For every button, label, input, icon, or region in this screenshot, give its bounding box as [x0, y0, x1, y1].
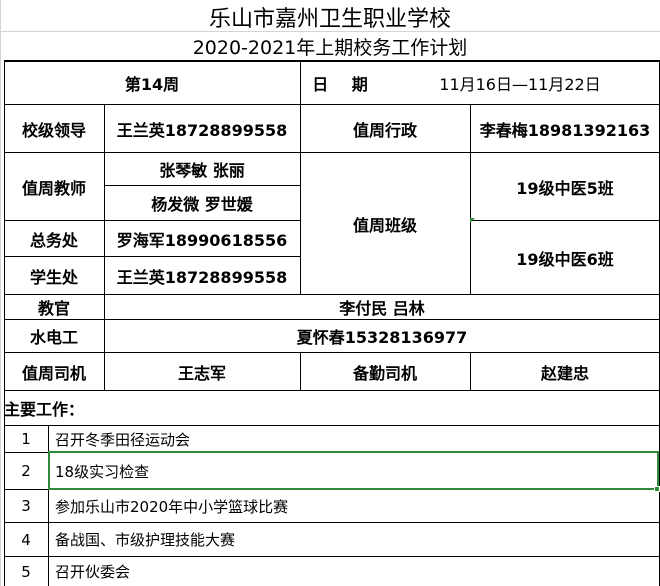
gridline — [0, 0, 1, 586]
week-number: 第14周 — [124, 74, 180, 94]
document-title: 乐山市嘉州卫生职业学校 — [208, 7, 451, 32]
task-number: 2 — [21, 462, 31, 480]
duty-class-label: 值周班级 — [352, 215, 417, 235]
general-affairs-value: 罗海军18990618556 — [116, 230, 288, 250]
fill-handle[interactable] — [654, 486, 660, 492]
utilities-label: 水电工 — [29, 328, 78, 347]
duty-driver-label: 值周司机 — [21, 363, 86, 383]
task-text[interactable]: 备战国、市级护理技能大赛 — [48, 523, 659, 556]
task-number: 5 — [21, 562, 31, 581]
student-office-label: 学生处 — [29, 267, 78, 287]
backup-driver-value: 赵建忠 — [540, 363, 589, 383]
instructor-value: 李付民 吕林 — [339, 299, 425, 318]
task-text[interactable]: 召开伙委会 — [48, 557, 659, 586]
task-text-selected[interactable]: 18级实习检查 — [48, 453, 659, 489]
task-text[interactable]: 参加乐山市2020年中小学篮球比赛 — [48, 490, 659, 522]
main-tasks-label: 主要工作： — [4, 400, 85, 419]
duty-teachers-row1: 张琴敏 张丽 — [159, 161, 245, 180]
duty-admin-label: 值周行政 — [352, 120, 417, 140]
duty-teachers-row2: 杨发微 罗世媛 — [151, 195, 253, 214]
task-number: 3 — [21, 497, 31, 515]
general-affairs-label: 总务处 — [29, 230, 78, 250]
gridline — [0, 31, 660, 32]
duty-admin-value: 李春梅18981392163 — [479, 120, 651, 140]
duty-class-1: 19级中医5班 — [516, 178, 614, 198]
task-text[interactable]: 召开冬季田径运动会 — [48, 426, 659, 452]
school-leader-label: 校级领导 — [21, 120, 86, 140]
document-subtitle: 2020-2021年上期校务工作计划 — [192, 36, 468, 59]
backup-driver-label: 备勤司机 — [352, 363, 417, 383]
duty-driver-value: 王志军 — [177, 363, 226, 383]
date-label: 日 期 — [312, 74, 368, 94]
date-range: 11月16日—11月22日 — [439, 74, 601, 94]
instructor-label: 教官 — [37, 299, 70, 318]
duty-class-2: 19级中医6班 — [516, 249, 614, 269]
duty-teachers-label: 值周教师 — [21, 178, 86, 198]
student-office-value: 王兰英18728899558 — [116, 267, 288, 287]
task-number: 4 — [21, 530, 31, 549]
comment-indicator — [470, 218, 475, 223]
task-number: 1 — [21, 430, 31, 448]
school-leader-value: 王兰英18728899558 — [116, 120, 288, 140]
utilities-value: 夏怀春15328136977 — [296, 328, 468, 347]
